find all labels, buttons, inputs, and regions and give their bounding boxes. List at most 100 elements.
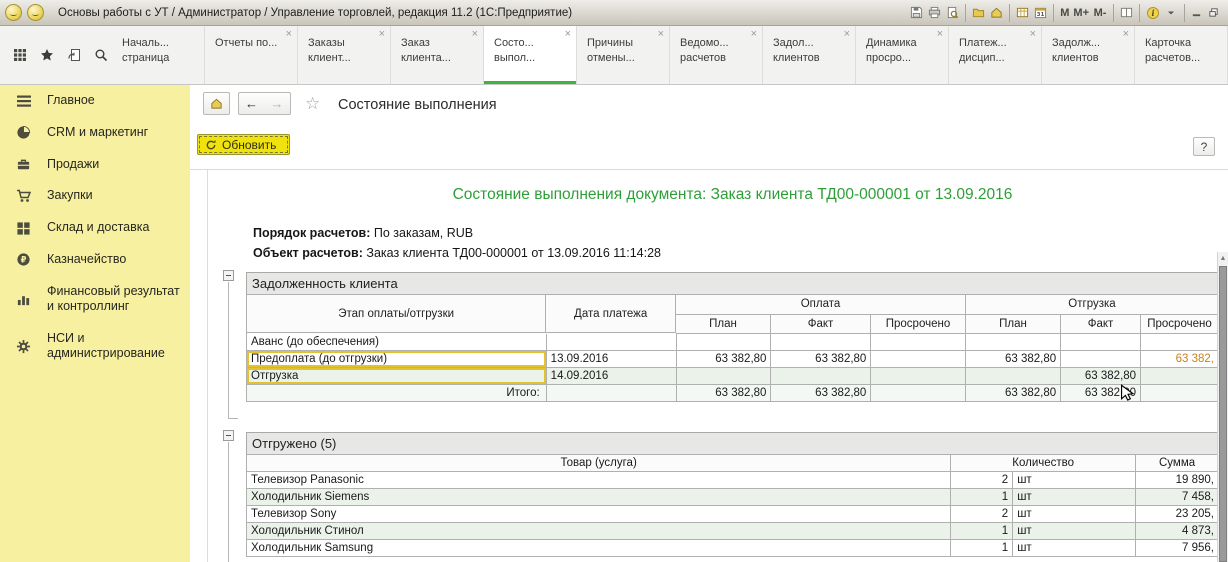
calendar-icon[interactable]: 31 <box>1031 4 1049 22</box>
preview-icon[interactable] <box>943 4 961 22</box>
sidebar-item-label: НСИ и администрирование <box>47 331 182 362</box>
memory-button[interactable]: M <box>1053 4 1071 22</box>
debt-table-row[interactable]: Итого: 63 382,80 63 382,80 63 382,80 63 … <box>246 385 1217 402</box>
cell-unit: шт <box>1013 489 1136 506</box>
sidebar-item-label: Продажи <box>47 157 99 173</box>
collapse-group-button[interactable] <box>223 270 234 281</box>
close-tab-icon[interactable]: × <box>751 29 757 40</box>
menu-icon <box>15 93 32 109</box>
briefcase-icon <box>15 157 32 172</box>
star-icon[interactable] <box>39 47 55 63</box>
debt-table-row[interactable]: Аванс (до обеспечения) <box>246 334 1217 351</box>
tab-payment-discipline[interactable]: Платеж... дисцип... × <box>949 26 1042 84</box>
cell-unit: шт <box>1013 506 1136 523</box>
sidebar-item-purchases[interactable]: Закупки <box>0 180 190 212</box>
close-tab-icon[interactable]: × <box>937 29 943 40</box>
close-tab-icon[interactable]: × <box>1030 29 1036 40</box>
close-tab-icon[interactable]: × <box>286 29 292 40</box>
close-tab-icon[interactable]: × <box>1123 29 1129 40</box>
debt-table-row[interactable]: Предоплата (до отгрузки) 13.09.2016 63 3… <box>246 351 1217 368</box>
cell-product: Телевизор Panasonic <box>247 472 951 489</box>
close-tab-icon[interactable]: × <box>658 29 664 40</box>
cell-unit: шт <box>1013 523 1136 540</box>
sidebar-item-crm[interactable]: CRM и маркетинг <box>0 117 190 149</box>
tab-client-debt[interactable]: Задол... клиентов × <box>763 26 856 84</box>
tab-client-order[interactable]: Заказ клиента... × <box>391 26 484 84</box>
col-pay-plan: План <box>676 315 771 333</box>
info-icon[interactable]: i <box>1139 4 1162 22</box>
sidebar-item-sales[interactable]: Продажи <box>0 149 190 181</box>
tab-start-page[interactable]: Началь... страница × <box>112 26 205 84</box>
service-menu-button[interactable] <box>27 4 44 21</box>
sidebar-item-warehouse[interactable]: Склад и доставка <box>0 212 190 244</box>
shipped-table-row[interactable]: Телевизор Panasonic 2 шт 19 890, <box>246 472 1217 489</box>
col-ship-plan: План <box>966 315 1061 333</box>
shipped-table-row[interactable]: Холодильник Samsung 1 шт 7 956, <box>246 540 1217 557</box>
cell-unit: шт <box>1013 472 1136 489</box>
cell-sum: 7 458, <box>1136 489 1217 506</box>
restore-icon[interactable] <box>1204 4 1222 22</box>
tab-label: Заказ клиента... <box>401 37 451 64</box>
split-icon[interactable] <box>1113 4 1135 22</box>
shipped-table-row[interactable]: Холодильник Стинол 1 шт 4 873, <box>246 523 1217 540</box>
cell-ship-plan: 63 382,80 <box>966 351 1061 368</box>
col-product: Товар (услуга) <box>247 455 951 472</box>
cell-quantity: 1 <box>951 489 1013 506</box>
cell-date: 13.09.2016 <box>547 351 677 368</box>
debt-table-row[interactable]: Отгрузка 14.09.2016 63 382,80 <box>246 368 1217 385</box>
scroll-up-icon[interactable]: ▲ <box>1218 252 1228 265</box>
print-icon[interactable] <box>925 4 943 22</box>
close-tab-icon[interactable]: × <box>844 29 850 40</box>
cell-pay-plan: 63 382,80 <box>677 385 772 402</box>
sidebar-item-finance[interactable]: Финансовый результат и контроллинг <box>0 276 190 323</box>
col-group-payment: Оплата <box>676 295 966 315</box>
folder-icon[interactable] <box>965 4 987 22</box>
sidebar-item-admin[interactable]: НСИ и администрирование <box>0 323 190 370</box>
home-button[interactable] <box>203 92 230 115</box>
tab-client-debt-2[interactable]: Задолж... клиентов × <box>1042 26 1135 84</box>
scrollbar-thumb[interactable] <box>1219 266 1227 562</box>
save-icon[interactable] <box>907 4 925 22</box>
collapse-group-button[interactable] <box>223 430 234 441</box>
caret-icon[interactable] <box>1162 4 1180 22</box>
cell-stage: Предоплата (до отгрузки) <box>247 351 547 368</box>
help-button[interactable]: ? <box>1193 137 1215 156</box>
warehouse-grid-icon <box>15 221 32 236</box>
close-tab-icon[interactable]: × <box>379 29 385 40</box>
sidebar-item-treasury[interactable]: ₽ Казначейство <box>0 244 190 276</box>
tab-reports[interactable]: Отчеты по... × <box>205 26 298 84</box>
tabbar-tools <box>0 26 112 84</box>
close-tab-icon[interactable]: × <box>472 29 478 40</box>
system-menu-button[interactable] <box>5 4 22 21</box>
calc-icon[interactable] <box>1009 4 1031 22</box>
forward-button[interactable]: → <box>264 92 291 115</box>
history-icon[interactable] <box>66 47 82 63</box>
shipped-table-row[interactable]: Холодильник Siemens 1 шт 7 458, <box>246 489 1217 506</box>
col-ship-overdue: Просрочено <box>1141 315 1217 333</box>
close-tab-icon[interactable]: × <box>565 29 571 40</box>
sidebar-item-main[interactable]: Главное <box>0 85 190 117</box>
refresh-icon <box>205 139 217 151</box>
tab-overdue-dynamics[interactable]: Динамика просро... × <box>856 26 949 84</box>
memory-plus-button[interactable]: M+ <box>1071 4 1091 22</box>
cell-pay-fact: 63 382,80 <box>771 351 871 368</box>
favorite-star-icon[interactable]: ☆ <box>305 94 320 114</box>
memory-minus-button[interactable]: M- <box>1091 4 1109 22</box>
back-button[interactable]: ← <box>238 92 265 115</box>
tab-label: Причины отмены... <box>587 37 635 64</box>
refresh-button[interactable]: Обновить <box>197 134 290 155</box>
home-icon[interactable] <box>987 4 1005 22</box>
tab-label: Динамика просро... <box>866 37 917 64</box>
svg-text:31: 31 <box>1036 12 1044 18</box>
tab-client-orders[interactable]: Заказы клиент... × <box>298 26 391 84</box>
apps-icon[interactable] <box>12 47 28 63</box>
tab-execution-state[interactable]: Состо... выпол... × <box>484 26 577 84</box>
tab-cancel-reasons[interactable]: Причины отмены... × <box>577 26 670 84</box>
cell-ship-fact: 63 382,80 <box>1061 368 1141 385</box>
tab-settlement-card[interactable]: Карточка расчетов... × <box>1135 26 1228 84</box>
search-icon[interactable] <box>93 47 109 63</box>
shipped-table-row[interactable]: Телевизор Sony 2 шт 23 205, <box>246 506 1217 523</box>
vertical-scrollbar[interactable]: ▲ <box>1217 252 1228 562</box>
tab-settlement-sheet[interactable]: Ведомо... расчетов × <box>670 26 763 84</box>
minimize-icon[interactable] <box>1184 4 1204 22</box>
